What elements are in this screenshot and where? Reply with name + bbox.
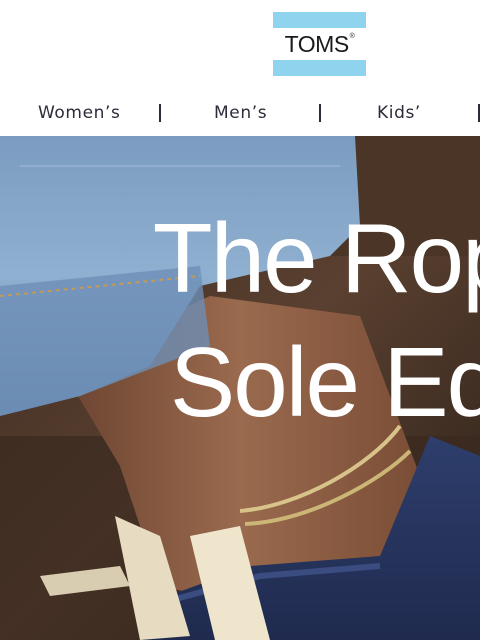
hero-banner[interactable]: The Rope Sole Edit bbox=[0, 136, 480, 640]
logo-wordmark: TOMS ® bbox=[273, 28, 366, 60]
hero-title: The Rope Sole Edit bbox=[0, 196, 480, 444]
nav-separator bbox=[159, 104, 161, 122]
nav-item-mens[interactable]: Men’s bbox=[214, 90, 267, 136]
nav-item-kids[interactable]: Kids’ bbox=[377, 90, 421, 136]
site-header: TOMS ® bbox=[0, 0, 480, 90]
logo-top-band bbox=[273, 12, 366, 28]
category-nav: Women’s Men’s Kids’ bbox=[0, 90, 480, 136]
nav-item-womens[interactable]: Women’s bbox=[38, 90, 120, 136]
logo-text: TOMS bbox=[284, 30, 350, 57]
nav-separator bbox=[319, 104, 321, 122]
logo-bottom-band bbox=[273, 60, 366, 76]
registered-mark: ® bbox=[349, 32, 355, 40]
hero-title-line-2: Sole Edit bbox=[169, 327, 480, 437]
nav-separator bbox=[478, 104, 480, 122]
toms-logo[interactable]: TOMS ® bbox=[273, 12, 366, 76]
hero-title-line-1: The Rope bbox=[152, 203, 480, 313]
